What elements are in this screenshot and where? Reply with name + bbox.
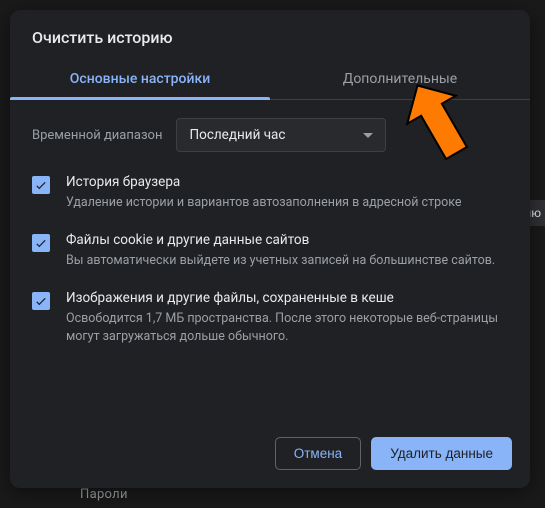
check-icon (34, 236, 48, 250)
checkbox-cached-images[interactable] (32, 292, 50, 310)
time-range-value: Последний час (189, 127, 285, 143)
checkbox-cookies[interactable] (32, 234, 50, 252)
option-description: Вы автоматически выйдете из учетных запи… (66, 252, 508, 270)
dialog-content: Временной диапазон Последний час История… (10, 100, 530, 423)
chevron-down-icon (363, 133, 373, 138)
cancel-button[interactable]: Отмена (275, 437, 361, 470)
check-icon (34, 178, 48, 192)
option-cookies: Файлы cookie и другие данные сайтов Вы а… (32, 232, 508, 270)
tab-advanced[interactable]: Дополнительные (270, 61, 530, 99)
checkbox-browsing-history[interactable] (32, 176, 50, 194)
tab-basic[interactable]: Основные настройки (10, 61, 270, 99)
option-cached-images: Изображения и другие файлы, сохраненные … (32, 290, 508, 346)
option-browsing-history: История браузера Удаление истории и вари… (32, 174, 508, 212)
time-range-row: Временной диапазон Последний час (32, 118, 508, 152)
clear-history-dialog: Очистить историю Основные настройки Допо… (10, 10, 530, 488)
option-title: История браузера (66, 174, 508, 190)
background-item: Пароли (80, 487, 128, 502)
dialog-title: Очистить историю (10, 10, 530, 61)
time-range-dropdown[interactable]: Последний час (176, 118, 386, 152)
tab-bar: Основные настройки Дополнительные (10, 61, 530, 100)
option-title: Файлы cookie и другие данные сайтов (66, 232, 508, 248)
delete-data-button[interactable]: Удалить данные (371, 437, 512, 470)
dialog-footer: Отмена Удалить данные (10, 423, 530, 488)
time-range-label: Временной диапазон (32, 128, 162, 143)
check-icon (34, 294, 48, 308)
option-description: Освободится 1,7 МБ пространства. После э… (66, 310, 508, 346)
option-title: Изображения и другие файлы, сохраненные … (66, 290, 508, 306)
option-description: Удаление истории и вариантов автозаполне… (66, 194, 508, 212)
